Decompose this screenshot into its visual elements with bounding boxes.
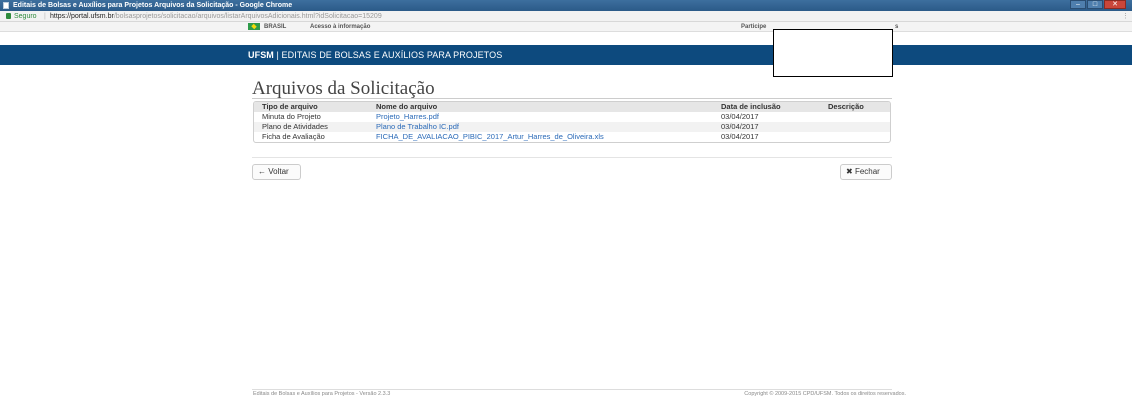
files-table: Tipo de arquivo Nome do arquivo Data de … — [253, 101, 891, 143]
acesso-informacao-link[interactable]: Acesso à informação — [310, 22, 370, 32]
column-header-descricao: Descrição — [828, 102, 864, 111]
cell-tipo: Plano de Atividades — [262, 122, 328, 131]
browser-titlebar: Editais de Bolsas e Auxílios para Projet… — [0, 0, 1132, 11]
window-controls: – □ ✕ — [1069, 0, 1126, 10]
column-header-tipo: Tipo de arquivo — [262, 102, 318, 111]
minimize-button[interactable]: – — [1070, 0, 1086, 9]
lock-icon[interactable] — [6, 13, 11, 19]
footer-version: Editais de Bolsas e Auxílios para Projet… — [253, 391, 391, 397]
table-row: Plano de Atividades Plano de Trabalho IC… — [254, 122, 890, 132]
table-header: Tipo de arquivo Nome do arquivo Data de … — [254, 102, 890, 112]
redaction-box — [773, 29, 893, 77]
footer-copyright: Copyright © 2009-2015 CPD/UFSM. Todos os… — [744, 391, 906, 397]
cell-tipo: Minuta do Projeto — [262, 112, 321, 121]
site-header: UFSM | EDITAIS DE BOLSAS E AUXÍLIOS PARA… — [0, 45, 1132, 65]
site-brand: UFSM — [248, 50, 274, 60]
cell-data: 03/04/2017 — [721, 112, 759, 121]
url-path: /bolsasprojetos/solicitacao/arquivos/lis… — [113, 13, 382, 20]
gov-brasil-link[interactable]: BRASIL — [264, 22, 286, 32]
fechar-button[interactable]: ✖ Fechar — [840, 164, 892, 180]
voltar-button[interactable]: ← Voltar — [252, 164, 301, 180]
cell-data: 03/04/2017 — [721, 122, 759, 131]
arrow-left-icon: ← — [258, 167, 266, 176]
window-title: Editais de Bolsas e Auxílios para Projet… — [13, 2, 293, 9]
maximize-button[interactable]: □ — [1087, 0, 1103, 9]
brazil-flag-icon[interactable] — [248, 23, 260, 30]
footer-divider — [252, 389, 892, 390]
close-window-button[interactable]: ✕ — [1104, 0, 1126, 9]
cell-tipo: Ficha de Avaliação — [262, 132, 325, 141]
url-host: https://portal.ufsm.br — [50, 13, 114, 20]
title-divider — [252, 98, 892, 99]
fechar-label: Fechar — [854, 167, 880, 176]
site-title-text: | EDITAIS DE BOLSAS E AUXÍLIOS PARA PROJ… — [276, 50, 503, 60]
page-icon — [3, 2, 9, 9]
column-header-data: Data de inclusão — [721, 102, 781, 111]
secure-label[interactable]: Seguro — [14, 11, 37, 22]
gov-bar-trailing-text: s — [895, 24, 899, 30]
file-link[interactable]: Plano de Trabalho IC.pdf — [376, 122, 459, 132]
table-row: Minuta do Projeto Projeto_Harres.pdf 03/… — [254, 112, 890, 122]
file-link[interactable]: FICHA_DE_AVALIACAO_PIBIC_2017_Artur_Harr… — [376, 132, 604, 142]
gov-bar: BRASIL Acesso à informação Participe s — [0, 22, 1132, 32]
page-title: Arquivos da Solicitação — [252, 78, 435, 99]
table-row: Ficha de Avaliação FICHA_DE_AVALIACAO_PI… — [254, 132, 890, 142]
column-header-nome: Nome do arquivo — [376, 102, 438, 111]
participe-link[interactable]: Participe — [741, 22, 766, 32]
file-link[interactable]: Projeto_Harres.pdf — [376, 112, 439, 122]
address-separator: | — [44, 13, 46, 20]
site-title[interactable]: UFSM | EDITAIS DE BOLSAS E AUXÍLIOS PARA… — [248, 45, 502, 65]
cell-data: 03/04/2017 — [721, 132, 759, 141]
browser-menu-icon[interactable]: ⋮ — [1122, 11, 1129, 22]
voltar-label: Voltar — [268, 167, 289, 176]
url-field[interactable]: https://portal.ufsm.br/bolsasprojetos/so… — [50, 11, 382, 22]
actions-divider — [252, 157, 892, 158]
address-bar[interactable]: Seguro | https://portal.ufsm.br/bolsaspr… — [0, 11, 1132, 22]
close-icon: ✖ — [846, 167, 853, 176]
